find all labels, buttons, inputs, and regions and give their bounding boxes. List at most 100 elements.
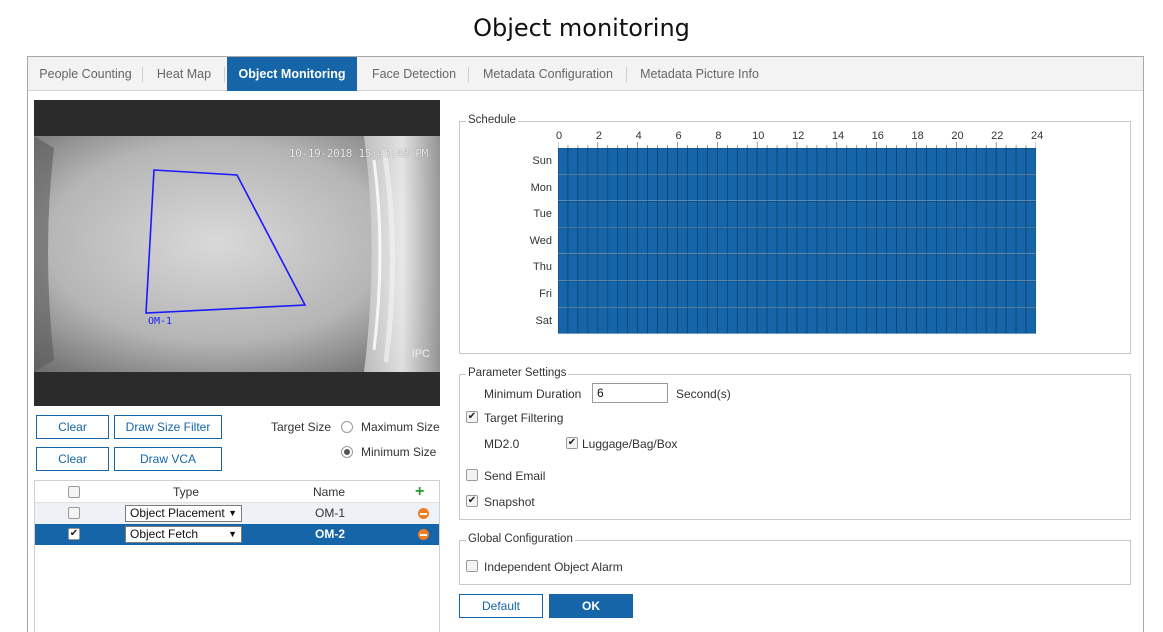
schedule-cell[interactable] <box>806 227 818 255</box>
schedule-cell[interactable] <box>985 200 997 229</box>
schedule-cell[interactable] <box>627 148 638 175</box>
schedule-cell[interactable] <box>936 148 947 175</box>
schedule-cell[interactable] <box>607 174 619 202</box>
schedule-cell[interactable] <box>657 280 668 308</box>
schedule-cell[interactable] <box>886 254 897 282</box>
schedule-cell[interactable] <box>1025 148 1036 175</box>
schedule-cell[interactable] <box>746 148 758 175</box>
schedule-cell[interactable] <box>796 227 808 255</box>
schedule-cell[interactable] <box>667 254 678 282</box>
schedule-cell[interactable] <box>836 200 848 229</box>
schedule-cell[interactable] <box>826 254 838 282</box>
schedule-cell[interactable] <box>726 307 738 335</box>
schedule-cell[interactable] <box>856 307 868 335</box>
schedule-cell[interactable] <box>687 200 698 229</box>
schedule-cell[interactable] <box>577 280 589 308</box>
schedule-cell[interactable] <box>567 200 579 229</box>
schedule-cell[interactable] <box>657 227 668 255</box>
schedule-cell[interactable] <box>746 200 758 229</box>
schedule-cell[interactable] <box>886 174 897 202</box>
schedule-cell[interactable] <box>866 254 877 282</box>
independent-object-alarm-checkbox[interactable] <box>466 560 478 572</box>
schedule-cell[interactable] <box>965 254 977 282</box>
schedule-cell[interactable] <box>607 254 619 282</box>
schedule-cell[interactable] <box>816 307 828 335</box>
schedule-cell[interactable] <box>577 148 589 175</box>
schedule-cell[interactable] <box>627 254 638 282</box>
schedule-cell[interactable] <box>1005 307 1017 335</box>
schedule-cell[interactable] <box>896 227 907 255</box>
schedule-cell[interactable] <box>956 200 967 229</box>
schedule-cell[interactable] <box>1005 174 1017 202</box>
schedule-cell[interactable] <box>667 148 678 175</box>
schedule-cell[interactable] <box>806 200 818 229</box>
schedule-cell[interactable] <box>687 307 698 335</box>
schedule-cell[interactable] <box>736 174 748 202</box>
schedule-cell[interactable] <box>717 254 728 282</box>
schedule-cell[interactable] <box>985 227 997 255</box>
schedule-cell[interactable] <box>956 148 967 175</box>
schedule-cell[interactable] <box>886 280 897 308</box>
schedule-cell[interactable] <box>866 227 877 255</box>
schedule-cell[interactable] <box>975 227 987 255</box>
schedule-cell[interactable] <box>746 174 758 202</box>
schedule-cell[interactable] <box>766 174 778 202</box>
schedule-cell[interactable] <box>1015 280 1027 308</box>
schedule-cell[interactable] <box>836 227 848 255</box>
schedule-cell[interactable] <box>826 280 838 308</box>
schedule-cell[interactable] <box>637 148 648 175</box>
schedule-cell[interactable] <box>796 148 808 175</box>
schedule-cell[interactable] <box>577 227 589 255</box>
ok-button[interactable]: OK <box>549 594 633 618</box>
schedule-cell[interactable] <box>916 280 927 308</box>
schedule-cell[interactable] <box>836 148 848 175</box>
schedule-cell[interactable] <box>796 280 808 308</box>
schedule-cell[interactable] <box>1015 200 1027 229</box>
schedule-cell[interactable] <box>677 227 688 255</box>
table-row[interactable]: ✔ Object Fetch ▼ OM-2 <box>35 524 439 545</box>
schedule-cell[interactable] <box>697 227 708 255</box>
schedule-cell[interactable] <box>667 307 678 335</box>
schedule-cell[interactable] <box>946 174 957 202</box>
schedule-cell[interactable] <box>956 307 967 335</box>
schedule-cell[interactable] <box>736 227 748 255</box>
schedule-cell[interactable] <box>806 174 818 202</box>
schedule-cell[interactable] <box>607 200 619 229</box>
schedule-cell[interactable] <box>627 307 638 335</box>
schedule-cell[interactable] <box>886 200 897 229</box>
schedule-cell[interactable] <box>856 148 868 175</box>
schedule-cell[interactable] <box>926 254 937 282</box>
schedule-cell[interactable] <box>776 227 788 255</box>
schedule-cell[interactable] <box>617 174 629 202</box>
schedule-cell[interactable] <box>558 174 569 202</box>
schedule-cell[interactable] <box>846 307 858 335</box>
schedule-cell[interactable] <box>826 227 838 255</box>
schedule-cell[interactable] <box>558 200 569 229</box>
schedule-cell[interactable] <box>946 227 957 255</box>
schedule-cell[interactable] <box>995 200 1007 229</box>
schedule-cell[interactable] <box>1005 227 1017 255</box>
schedule-cell[interactable] <box>746 280 758 308</box>
schedule-cell[interactable] <box>816 280 828 308</box>
schedule-cell[interactable] <box>637 280 648 308</box>
schedule-cell[interactable] <box>786 174 798 202</box>
schedule-cell[interactable] <box>936 280 947 308</box>
schedule-cell[interactable] <box>717 174 728 202</box>
delete-rule-icon[interactable] <box>418 508 429 519</box>
schedule-cell[interactable] <box>647 227 658 255</box>
schedule-cell[interactable] <box>836 254 848 282</box>
schedule-cell[interactable] <box>657 148 668 175</box>
schedule-cell[interactable] <box>587 200 599 229</box>
schedule-cell[interactable] <box>617 148 629 175</box>
schedule-cell[interactable] <box>597 307 609 335</box>
schedule-cell[interactable] <box>806 148 818 175</box>
schedule-cell[interactable] <box>736 200 748 229</box>
schedule-cell[interactable] <box>577 254 589 282</box>
schedule-cell[interactable] <box>607 148 619 175</box>
schedule-cell[interactable] <box>617 254 629 282</box>
schedule-cell[interactable] <box>567 174 579 202</box>
schedule-cell[interactable] <box>587 254 599 282</box>
schedule-cell[interactable] <box>1025 200 1036 229</box>
schedule-cell[interactable] <box>965 200 977 229</box>
schedule-cell[interactable] <box>607 280 619 308</box>
